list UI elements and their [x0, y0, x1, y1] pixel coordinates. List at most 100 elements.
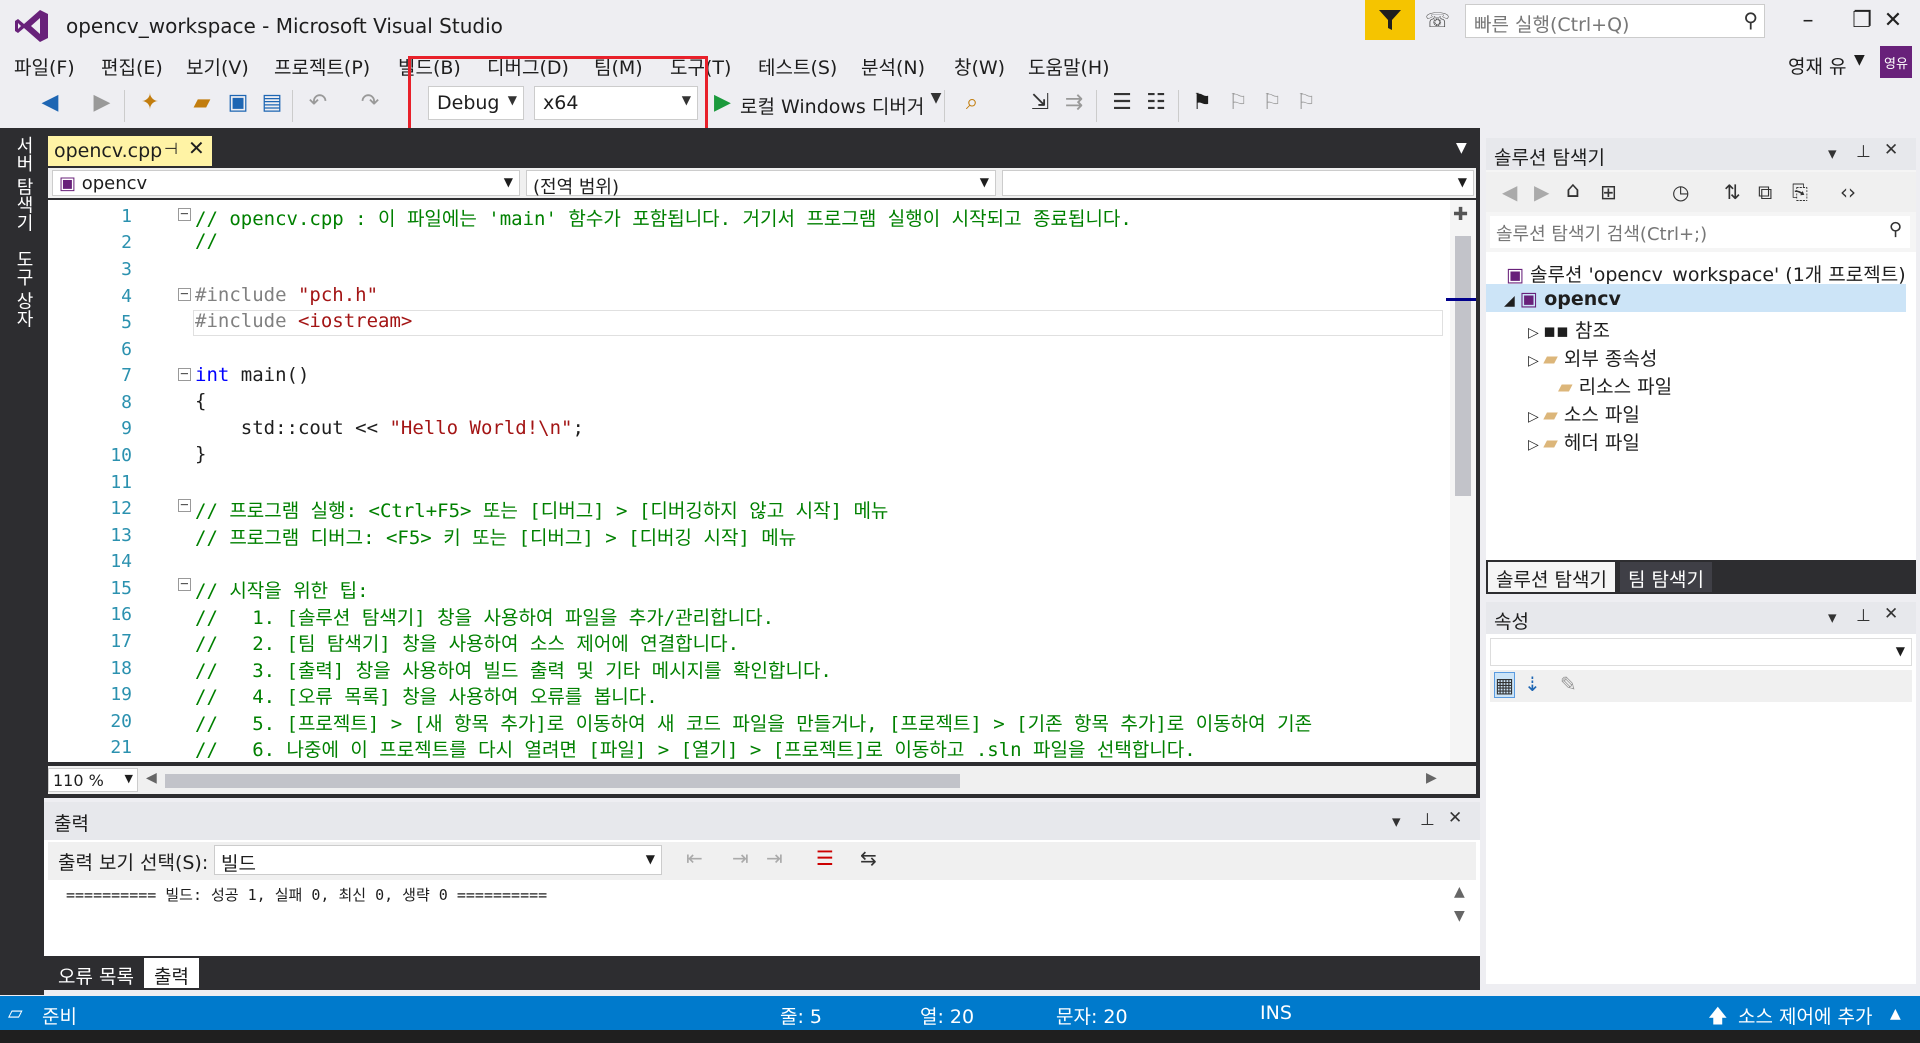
chevron-down-icon[interactable]: ▾: [1828, 144, 1837, 164]
back-icon[interactable]: ◀: [1502, 180, 1517, 204]
scroll-right-icon[interactable]: ▶: [1426, 770, 1437, 786]
step-into-icon[interactable]: ⇲: [1026, 90, 1054, 115]
find-in-files-icon[interactable]: ⌕: [958, 90, 986, 115]
chevron-down-icon[interactable]: ▼: [1854, 52, 1865, 68]
clear-bookmarks-icon[interactable]: ⚐: [1292, 90, 1320, 115]
scroll-up-icon[interactable]: ▲: [1454, 884, 1465, 900]
server-explorer-tab[interactable]: 서버 탐색기: [10, 136, 36, 232]
tree-item-header-files[interactable]: ▷ ▰ 헤더 파일: [1528, 428, 1640, 455]
start-debugging-icon[interactable]: ▶: [714, 90, 731, 115]
collapse-icon[interactable]: −: [178, 367, 191, 381]
menu-view[interactable]: 보기(V): [186, 53, 249, 80]
close-button[interactable]: ✕: [1866, 0, 1920, 40]
collapse-all-icon[interactable]: ⧉: [1758, 180, 1772, 204]
tree-item-resource-files[interactable]: ▰ 리소스 파일: [1558, 372, 1672, 399]
forward-icon[interactable]: ▶: [1534, 180, 1549, 204]
project-select[interactable]: ▣ opencv ▼: [52, 170, 520, 196]
pin-icon[interactable]: ⊥: [1856, 142, 1871, 162]
tree-item-references[interactable]: ▷ ▪▪ 참조: [1528, 316, 1610, 343]
pin-icon[interactable]: ⊣: [164, 139, 178, 158]
horizontal-scrollbar-thumb[interactable]: [165, 774, 960, 788]
collapse-icon[interactable]: −: [178, 577, 191, 591]
step-over-icon[interactable]: ⇉: [1060, 90, 1088, 115]
chevron-down-icon[interactable]: ▼: [1456, 140, 1467, 156]
open-file-icon[interactable]: ▰: [188, 90, 216, 115]
split-icon[interactable]: ✚: [1453, 204, 1468, 225]
menu-window[interactable]: 창(W): [954, 53, 1005, 80]
chevron-down-icon[interactable]: ▼: [922, 90, 950, 106]
forward-icon[interactable]: ▶: [88, 90, 116, 115]
zoom-select[interactable]: 110 % ▼: [48, 768, 138, 792]
tab-output[interactable]: 출력: [144, 958, 199, 988]
output-window-icon[interactable]: ▱: [8, 1002, 23, 1024]
menu-edit[interactable]: 편집(E): [101, 53, 163, 80]
collapse-icon[interactable]: −: [178, 287, 191, 301]
start-debugging-button[interactable]: 로컬 Windows 디버거: [740, 92, 924, 119]
tree-item-source-files[interactable]: ▷ ▰ 소스 파일: [1528, 400, 1640, 427]
toggle-word-wrap-icon[interactable]: ⇆: [860, 846, 877, 870]
chevron-down-icon[interactable]: ▾: [1392, 812, 1401, 832]
tab-solution-explorer[interactable]: 솔루션 탐색기: [1488, 562, 1615, 592]
quick-launch-input[interactable]: 빠른 실행(Ctrl+Q) ⚲: [1465, 4, 1765, 38]
collapse-icon[interactable]: −: [178, 498, 191, 512]
menu-test[interactable]: 테스트(S): [758, 53, 837, 80]
go-to-previous-message-icon[interactable]: ⇤: [686, 846, 703, 870]
save-icon[interactable]: ▣: [224, 90, 252, 115]
chevron-up-icon[interactable]: ▲: [1890, 1006, 1901, 1022]
tree-item-external-deps[interactable]: ▷ ▰ 외부 종속성: [1528, 344, 1657, 371]
tab-error-list[interactable]: 오류 목록: [48, 958, 144, 988]
notification-filter-icon[interactable]: [1365, 0, 1415, 40]
member-select[interactable]: ▼: [1002, 170, 1474, 196]
tree-solution[interactable]: ▣ 솔루션 'opencv_workspace' (1개 프로젝트): [1506, 260, 1906, 287]
menu-project[interactable]: 프로젝트(P): [274, 53, 370, 80]
solution-explorer-search-input[interactable]: 솔루션 탐색기 검색(Ctrl+;) ⚲: [1490, 216, 1910, 248]
clear-all-icon[interactable]: ☰: [816, 846, 834, 870]
menu-file[interactable]: 파일(F): [14, 53, 75, 80]
pin-icon[interactable]: ⊥: [1420, 810, 1435, 830]
new-project-icon[interactable]: ✦: [136, 90, 164, 115]
scope-select[interactable]: (전역 범위) ▼: [526, 170, 996, 198]
tab-team-explorer[interactable]: 팀 탐색기: [1620, 562, 1712, 592]
menu-help[interactable]: 도움말(H): [1028, 53, 1110, 80]
find-message-icon[interactable]: ⇥: [766, 846, 783, 870]
avatar[interactable]: 영유: [1880, 46, 1912, 78]
categorized-icon[interactable]: ▦: [1494, 672, 1515, 698]
switch-views-icon[interactable]: ⊞: [1600, 180, 1617, 204]
pending-changes-filter-icon[interactable]: ◷: [1672, 180, 1689, 204]
show-all-files-icon[interactable]: ⎘: [1792, 180, 1808, 204]
back-icon[interactable]: ◀: [36, 90, 64, 115]
tree-project[interactable]: ◢ ▣ opencv: [1504, 288, 1621, 310]
alphabetical-icon[interactable]: ⇣: [1524, 672, 1541, 696]
menu-analyze[interactable]: 분석(N): [861, 53, 925, 80]
close-icon[interactable]: ✕: [188, 136, 205, 160]
user-name[interactable]: 영재 유: [1788, 52, 1846, 79]
scrollbar-thumb[interactable]: [1455, 236, 1471, 496]
outdent-icon[interactable]: ☰: [1108, 90, 1136, 115]
indent-icon[interactable]: ☷: [1142, 90, 1170, 115]
save-all-icon[interactable]: ▤: [258, 90, 286, 115]
output-source-select[interactable]: 빌드 ▼: [214, 845, 662, 875]
sync-icon[interactable]: ⇅: [1724, 180, 1741, 204]
pin-icon[interactable]: ⊥: [1856, 606, 1871, 626]
toolbox-tab[interactable]: 도구 상자: [10, 250, 36, 328]
collapse-icon[interactable]: −: [178, 207, 191, 221]
bookmark-icon[interactable]: ⚑: [1188, 90, 1216, 115]
next-bookmark-icon[interactable]: ⚐: [1258, 90, 1286, 115]
chevron-down-icon[interactable]: ▾: [1828, 608, 1837, 628]
close-icon[interactable]: ✕: [1448, 808, 1462, 828]
undo-icon[interactable]: ↶: [304, 90, 332, 115]
scroll-down-icon[interactable]: ▼: [1454, 908, 1465, 924]
wrench-icon[interactable]: ✎: [1560, 672, 1577, 696]
close-icon[interactable]: ✕: [1884, 604, 1898, 624]
properties-object-select[interactable]: ▼: [1490, 638, 1912, 666]
add-to-source-control-button[interactable]: 소스 제어에 추가: [1738, 1002, 1872, 1029]
minimize-button[interactable]: –: [1782, 0, 1834, 40]
close-icon[interactable]: ✕: [1884, 140, 1898, 160]
view-code-icon[interactable]: ‹›: [1840, 180, 1856, 204]
prev-bookmark-icon[interactable]: ⚐: [1224, 90, 1252, 115]
feedback-icon[interactable]: ☏: [1425, 8, 1455, 36]
home-icon[interactable]: ⌂: [1566, 178, 1580, 203]
redo-icon[interactable]: ↷: [356, 90, 384, 115]
scroll-left-icon[interactable]: ◀: [146, 770, 157, 786]
go-to-next-message-icon[interactable]: ⇥: [732, 846, 749, 870]
